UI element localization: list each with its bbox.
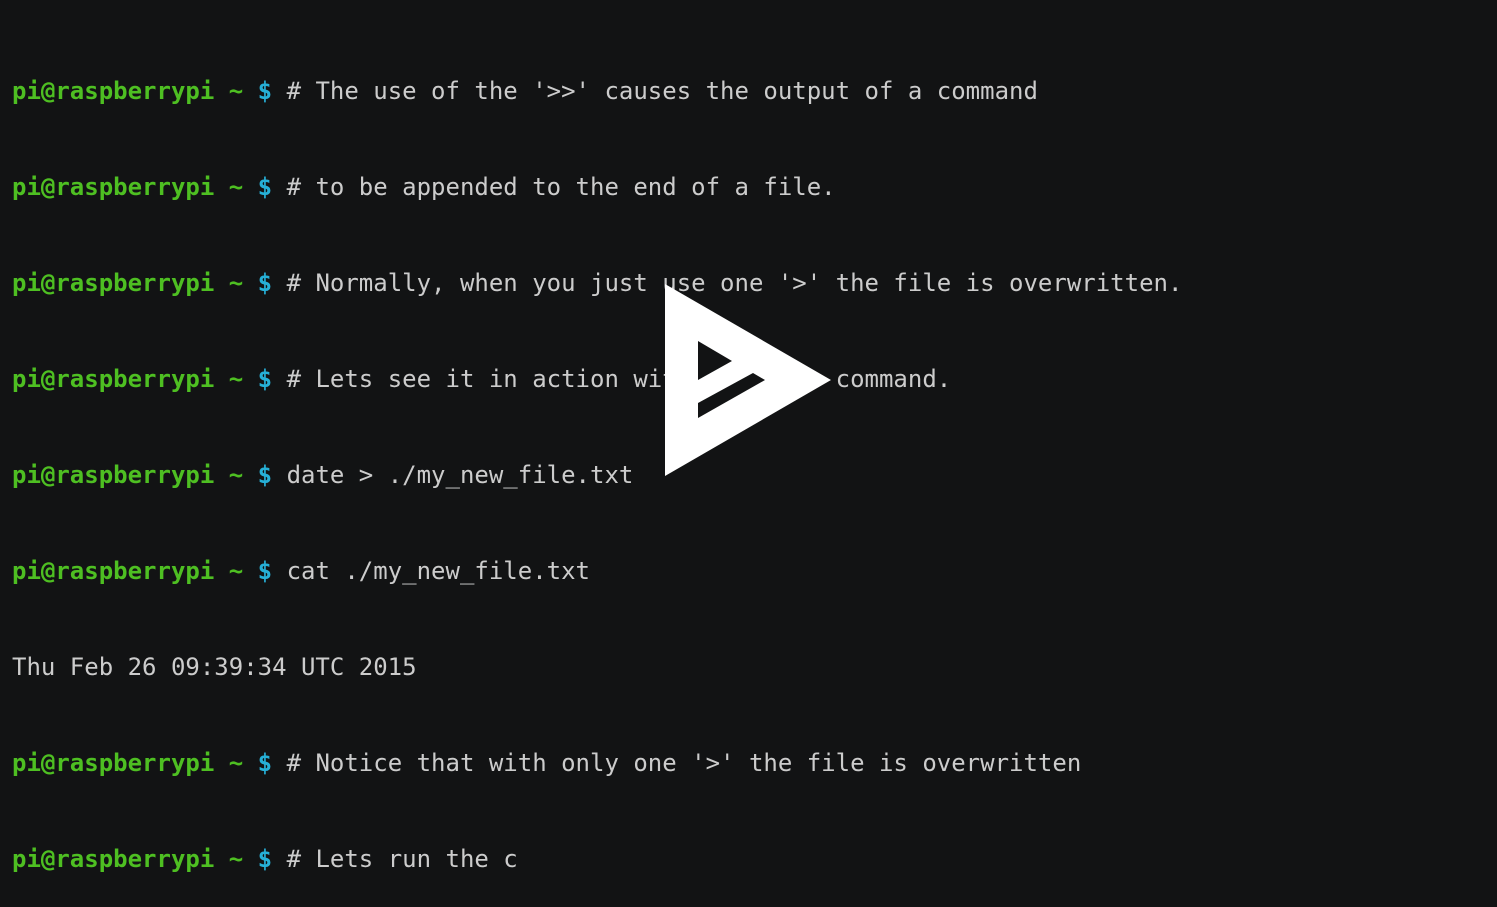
- terminal-line: Thu Feb 26 09:39:34 UTC 2015: [12, 651, 1497, 683]
- terminal-line: pi@raspberrypi ~ $ # The use of the '>>'…: [12, 75, 1497, 107]
- prompt-symbol: $: [257, 269, 273, 297]
- terminal-line: pi@raspberrypi ~ $ cat ./my_new_file.txt: [12, 555, 1497, 587]
- prompt-dir: ~: [228, 749, 244, 777]
- command-output: Thu Feb 26 09:39:34 UTC 2015: [12, 653, 417, 681]
- prompt-dir: ~: [228, 845, 244, 873]
- prompt-symbol: $: [257, 365, 273, 393]
- command-text: cat ./my_new_file.txt: [286, 557, 590, 585]
- terminal-line: pi@raspberrypi ~ $ # Lets run the c: [12, 843, 1497, 875]
- prompt-user: pi@raspberrypi: [12, 269, 215, 297]
- prompt-user: pi@raspberrypi: [12, 365, 215, 393]
- asciinema-play-icon: [665, 284, 831, 476]
- command-text: # The use of the '>>' causes the output …: [286, 77, 1038, 105]
- prompt-user: pi@raspberrypi: [12, 77, 215, 105]
- prompt-symbol: $: [257, 749, 273, 777]
- command-text: # to be appended to the end of a file.: [286, 173, 836, 201]
- command-text: # Notice that with only one '>' the file…: [286, 749, 1082, 777]
- command-text: # Lets run the c: [286, 845, 518, 873]
- prompt-user: pi@raspberrypi: [12, 173, 215, 201]
- terminal-line: pi@raspberrypi ~ $ # to be appended to t…: [12, 171, 1497, 203]
- prompt-symbol: $: [257, 77, 273, 105]
- prompt-dir: ~: [228, 365, 244, 393]
- prompt-dir: ~: [228, 461, 244, 489]
- prompt-user: pi@raspberrypi: [12, 461, 215, 489]
- prompt-dir: ~: [228, 77, 244, 105]
- prompt-symbol: $: [257, 845, 273, 873]
- prompt-dir: ~: [228, 269, 244, 297]
- prompt-dir: ~: [228, 173, 244, 201]
- prompt-user: pi@raspberrypi: [12, 845, 215, 873]
- command-text: date > ./my_new_file.txt: [286, 461, 634, 489]
- play-button[interactable]: [665, 284, 831, 476]
- prompt-user: pi@raspberrypi: [12, 557, 215, 585]
- prompt-symbol: $: [257, 461, 273, 489]
- terminal-line: pi@raspberrypi ~ $ # Notice that with on…: [12, 747, 1497, 779]
- prompt-symbol: $: [257, 557, 273, 585]
- command-text: # Lets see it in action with the date co…: [286, 365, 952, 393]
- prompt-dir: ~: [228, 557, 244, 585]
- prompt-symbol: $: [257, 173, 273, 201]
- prompt-user: pi@raspberrypi: [12, 749, 215, 777]
